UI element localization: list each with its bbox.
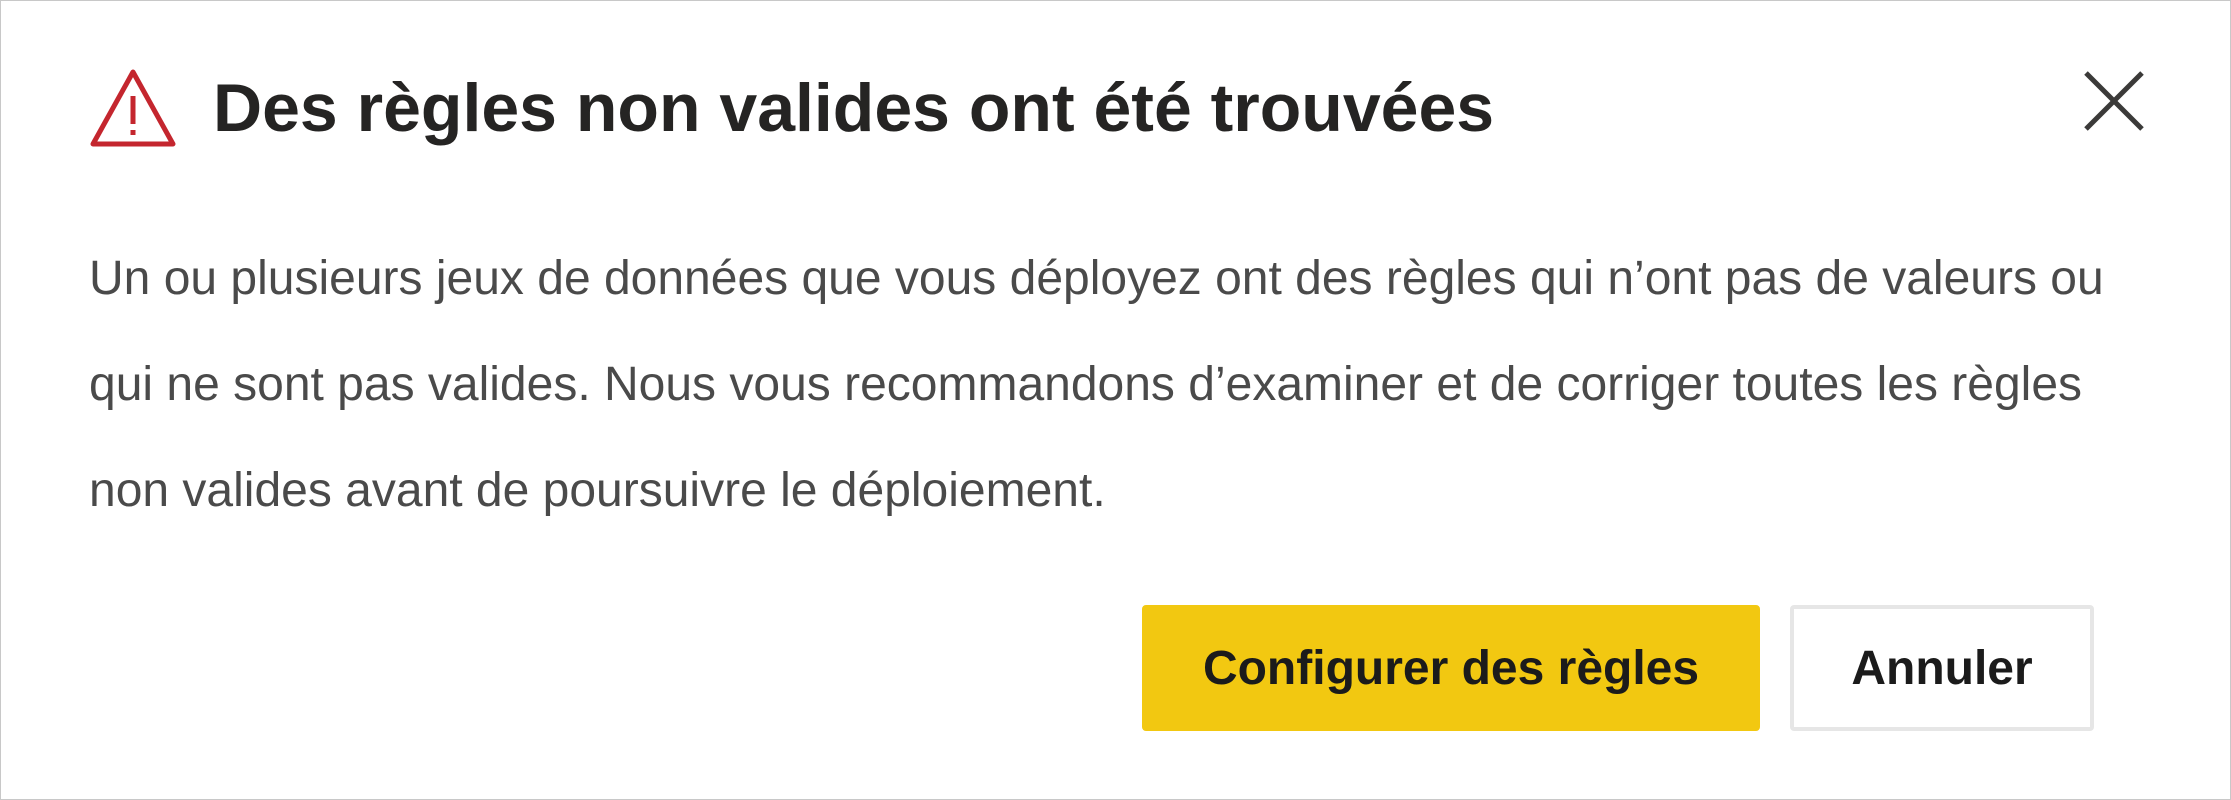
- close-icon[interactable]: [2082, 69, 2146, 133]
- dialog-header: Des règles non valides ont été trouvées: [89, 53, 2150, 163]
- dialog-message: Un ou plusieurs jeux de données que vous…: [89, 252, 2104, 517]
- invalid-rules-dialog: Des règles non valides ont été trouvées …: [0, 0, 2231, 800]
- dialog-title: Des règles non valides ont été trouvées: [213, 70, 1495, 146]
- cancel-button[interactable]: Annuler: [1790, 605, 2094, 731]
- dialog-actions: Configurer des règles Annuler: [1142, 605, 2094, 731]
- warning-triangle-icon: [90, 69, 176, 147]
- configure-rules-button[interactable]: Configurer des règles: [1142, 605, 1760, 731]
